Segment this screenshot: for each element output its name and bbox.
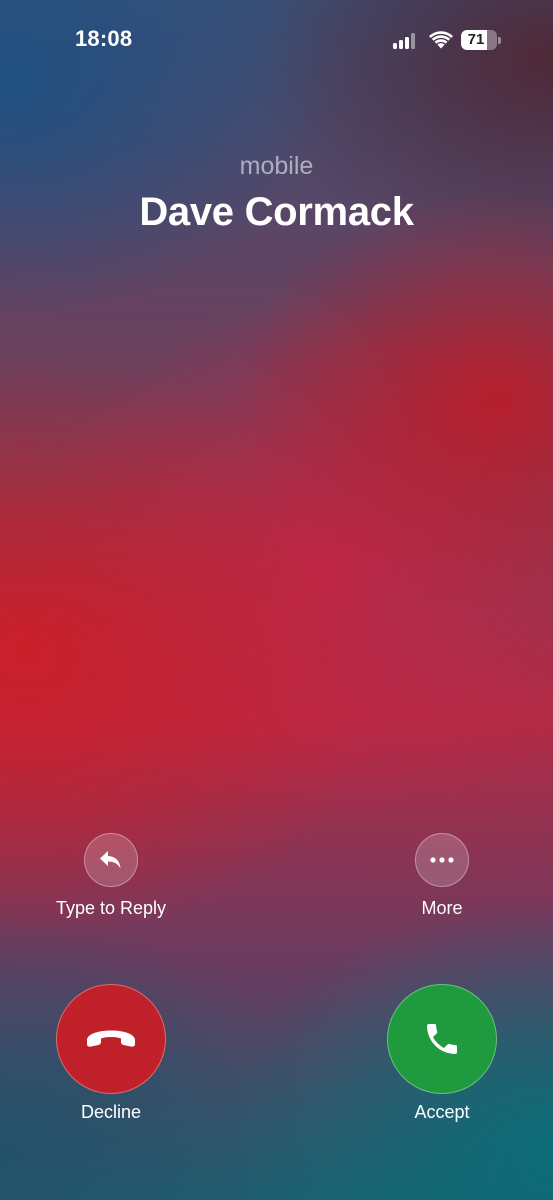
decline-circle[interactable] [56,984,166,1094]
phone-icon [427,1024,457,1054]
decline-label: Decline [80,1102,142,1122]
reply-circle[interactable] [84,833,138,887]
caller-name: Dave Cormack [139,190,414,234]
type-to-reply-button[interactable]: Type to Reply [31,833,191,919]
wifi-icon [429,31,453,49]
reply-icon [100,851,121,869]
more-button[interactable]: More [362,833,522,919]
ellipsis-icon [430,857,454,863]
more-label: More [421,898,463,918]
accept-circle[interactable] [387,984,497,1094]
accept-button[interactable]: Accept [362,984,522,1123]
accept-label: Accept [414,1102,470,1122]
hang-up-icon [87,1030,135,1047]
more-circle[interactable] [415,833,469,887]
battery-icon: 71 [461,30,503,50]
signal-icon [393,33,419,49]
decline-button[interactable]: Decline [31,984,191,1123]
call-type-label: mobile [239,152,314,180]
reply-label: Type to Reply [55,898,167,918]
battery-level: 71 [467,31,485,48]
incoming-call-screen: 18:08 71 mobile Dave Cormack Type to Rep… [0,0,553,1200]
status-time: 18:08 [75,26,133,51]
